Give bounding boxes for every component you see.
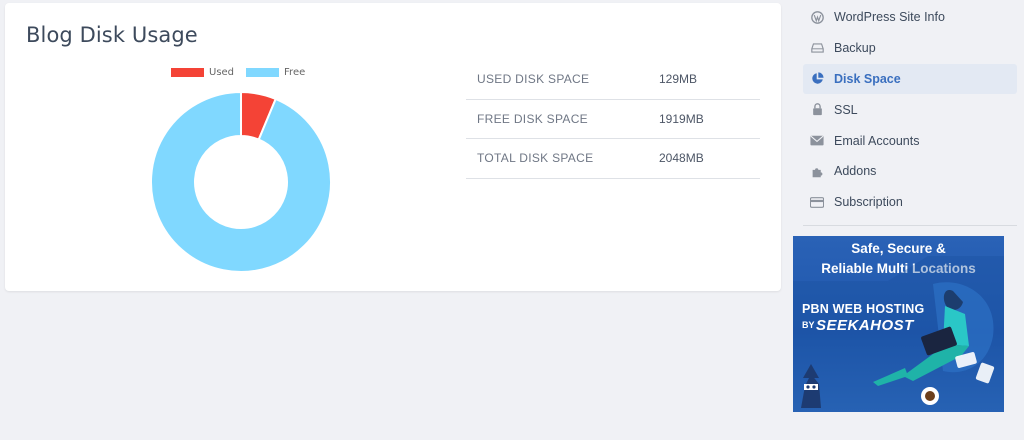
backup-icon — [810, 41, 824, 55]
sidebar-item-addons[interactable]: Addons — [803, 156, 1017, 187]
puzzle-icon — [810, 164, 824, 178]
stat-row-total: TOTAL DISK SPACE 2048MB — [466, 139, 760, 179]
sidebar-item-subscription[interactable]: Subscription — [803, 187, 1017, 218]
donut-slice-free[interactable] — [150, 90, 332, 273]
legend-swatch-free — [246, 68, 280, 77]
sidebar-item-label: Backup — [834, 41, 876, 56]
lock-icon — [810, 103, 824, 117]
stat-value: 129MB — [659, 72, 698, 87]
ad-brand-name: SEEKAHOST — [816, 317, 914, 334]
disk-stats-table: USED DISK SPACE 129MB FREE DISK SPACE 19… — [466, 60, 760, 179]
sidebar-nav: WordPress Site Info Backup Disk Space SS… — [803, 2, 1017, 226]
sidebar-item-email-accounts[interactable]: Email Accounts — [803, 125, 1017, 156]
sidebar-item-ssl[interactable]: SSL — [803, 94, 1017, 125]
sidebar-item-wordpress-site-info[interactable]: WordPress Site Info — [803, 2, 1017, 33]
wordpress-icon — [810, 10, 824, 24]
legend-label-free: Free — [284, 67, 306, 78]
sidebar-item-disk-space[interactable]: Disk Space — [803, 63, 1017, 95]
ad-brand-by: BY — [802, 320, 815, 330]
card-title: Blog Disk Usage — [26, 23, 198, 47]
stat-value: 2048MB — [659, 151, 704, 166]
stat-label: TOTAL DISK SPACE — [477, 151, 594, 166]
sidebar-divider — [803, 224, 1017, 226]
envelope-icon — [810, 134, 824, 148]
stat-row-free: FREE DISK SPACE 1919MB — [466, 100, 760, 139]
seekahost-ad-banner[interactable]: Safe, Secure & Reliable Multi Locations … — [793, 236, 1004, 412]
stat-label: USED DISK SPACE — [477, 72, 590, 87]
legend-label-used: Used — [209, 67, 235, 78]
ad-brand-line1: PBN WEB HOSTING — [802, 302, 925, 316]
legend-swatch-used — [171, 68, 204, 77]
stat-label: FREE DISK SPACE — [477, 111, 588, 126]
stat-row-used: USED DISK SPACE 129MB — [466, 60, 760, 100]
sidebar-item-backup[interactable]: Backup — [803, 33, 1017, 64]
sidebar-item-label: Email Accounts — [834, 133, 920, 148]
sidebar-item-label: Disk Space — [834, 71, 901, 86]
legend-item-free[interactable]: Free — [246, 67, 305, 78]
pie-chart-icon — [810, 72, 824, 86]
sidebar-item-label: WordPress Site Info — [834, 10, 945, 25]
disk-usage-card: Blog Disk Usage Used Free USED DISK SPAC… — [5, 3, 781, 291]
disk-usage-donut-chart — [150, 90, 332, 273]
stat-value: 1919MB — [659, 111, 704, 126]
legend-item-used[interactable]: Used — [171, 67, 234, 78]
chart-legend: Used Free — [171, 67, 317, 78]
sidebar-item-label: SSL — [834, 102, 858, 117]
sidebar-item-label: Subscription — [834, 195, 903, 210]
credit-card-icon — [810, 195, 824, 209]
sidebar-item-label: Addons — [834, 164, 877, 179]
